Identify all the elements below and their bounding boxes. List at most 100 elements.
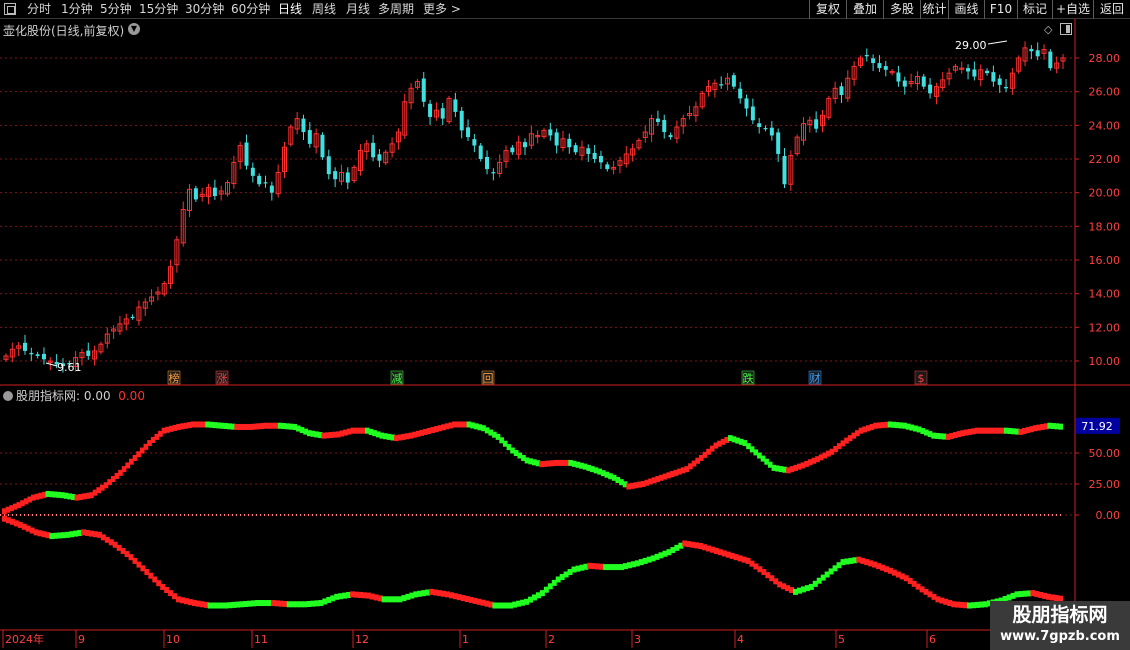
candle-body (212, 187, 217, 197)
x-tick-label: 1 (462, 633, 469, 646)
x-tick-label: 5 (838, 633, 845, 646)
fuquan-button[interactable]: 复权 (809, 0, 846, 19)
mark-button[interactable]: 标记 (1017, 0, 1052, 19)
candle-body (1048, 51, 1053, 69)
y-tick-label: 14.00 (1089, 288, 1121, 301)
layout-icon[interactable] (4, 3, 16, 15)
candle-body (757, 123, 762, 128)
candle-body (244, 142, 249, 166)
candle-body (421, 78, 426, 102)
tab-60min[interactable]: 60分钟 (231, 1, 270, 18)
candle-body (573, 145, 578, 153)
candle-body (257, 175, 262, 185)
candle-body (985, 70, 990, 74)
event-marker: $ (918, 372, 925, 385)
candle-body (193, 188, 198, 200)
candle-body (738, 88, 743, 99)
candle-body (472, 139, 477, 146)
tab-monthly[interactable]: 月线 (346, 1, 370, 18)
tab-daily[interactable]: 日线 (278, 1, 302, 18)
candle-body (345, 172, 350, 183)
overlay-button[interactable]: 叠加 (846, 0, 883, 19)
axes (0, 19, 1130, 648)
candle-body (35, 354, 40, 356)
candle-body (1035, 50, 1040, 57)
candle-body (839, 86, 844, 96)
chart-title: 壶化股份(日线,前复权) (3, 24, 125, 38)
event-marker: 跌 (743, 371, 754, 385)
candle-body (877, 63, 882, 69)
panel-toggle-icon[interactable] (1060, 23, 1072, 35)
candle-body (598, 155, 603, 163)
candle-body (567, 138, 572, 148)
grid (0, 57, 1075, 516)
y-tick-label: 25.00 (1089, 478, 1121, 491)
diamond-icon[interactable]: ◇ (1044, 23, 1052, 36)
y-tick-label: 16.00 (1089, 254, 1121, 267)
candle-body (668, 135, 673, 138)
event-marker: 减 (392, 372, 403, 385)
high-annotation: 29.00 (955, 39, 987, 52)
candle-body (605, 164, 610, 170)
candle-body (966, 68, 971, 72)
indicator-menu-icon[interactable] (3, 391, 13, 401)
candle-body (586, 148, 591, 154)
candle-body (921, 76, 926, 87)
y-tick-label: 28.00 (1089, 52, 1121, 65)
tab-multi-period[interactable]: 多周期 (378, 1, 414, 18)
candle-body (731, 75, 736, 87)
y-tick-label: 20.00 (1089, 187, 1121, 200)
event-marker: 财 (810, 371, 821, 385)
candle-body (1004, 86, 1009, 89)
tab-1min[interactable]: 1分钟 (61, 1, 93, 18)
candle-body (548, 129, 553, 136)
y-tick-label: 0.00 (1096, 509, 1121, 522)
tab-weekly[interactable]: 周线 (312, 1, 336, 18)
chart-canvas[interactable]: 28.0026.0024.0022.0020.0018.0016.0014.00… (0, 0, 1130, 650)
indicator-title: 股朋指标网: 0.00 0.00 (3, 387, 145, 404)
candle-body (763, 128, 768, 130)
candle-body (485, 156, 490, 170)
tab-30min[interactable]: 30分钟 (185, 1, 224, 18)
y-tick-label: 12.00 (1089, 321, 1121, 334)
back-button[interactable]: 返回 (1093, 0, 1130, 19)
tab-15min[interactable]: 15分钟 (139, 1, 178, 18)
f10-button[interactable]: F10 (984, 0, 1017, 19)
candle-body (428, 103, 433, 117)
add-watchlist-button[interactable]: +自选 (1052, 0, 1093, 19)
candle-body (440, 108, 445, 119)
x-tick-label: 2 (548, 633, 555, 646)
candle-body (554, 132, 559, 146)
candle-body (928, 84, 933, 94)
candle-body (453, 99, 458, 112)
candle-body (22, 342, 27, 351)
y-tick-label: 26.00 (1089, 86, 1121, 99)
candle-body (871, 58, 876, 64)
candle-body (29, 352, 34, 355)
tab-fenshi[interactable]: 分时 (27, 1, 51, 18)
chevron-down-icon[interactable]: ▼ (128, 23, 140, 35)
candle-body (896, 72, 901, 82)
candle-body (592, 152, 597, 159)
candle-body (997, 78, 1002, 85)
candle-body (510, 147, 515, 153)
candle-body (744, 98, 749, 109)
candle-body (333, 171, 338, 180)
candle-body (864, 54, 869, 57)
x-tick-label: 2024年 (5, 632, 44, 646)
candle-body (301, 118, 306, 133)
tab-5min[interactable]: 5分钟 (100, 1, 132, 18)
tab-more[interactable]: 更多 > (423, 1, 461, 18)
axis-labels: 28.0026.0024.0022.0020.0018.0016.0014.00… (5, 39, 1120, 646)
draw-button[interactable]: 画线 (948, 0, 984, 19)
current-value-label: 71.92 (1081, 420, 1113, 433)
candle-body (662, 119, 667, 133)
stats-button[interactable]: 统计 (920, 0, 948, 19)
multi-stock-button[interactable]: 多股 (883, 0, 920, 19)
candle-body (719, 84, 724, 86)
candle-body (466, 127, 471, 138)
event-marker: 涨 (217, 372, 228, 385)
candle-body (130, 316, 135, 319)
candle-body (459, 110, 464, 131)
y-tick-label: 18.00 (1089, 220, 1121, 233)
